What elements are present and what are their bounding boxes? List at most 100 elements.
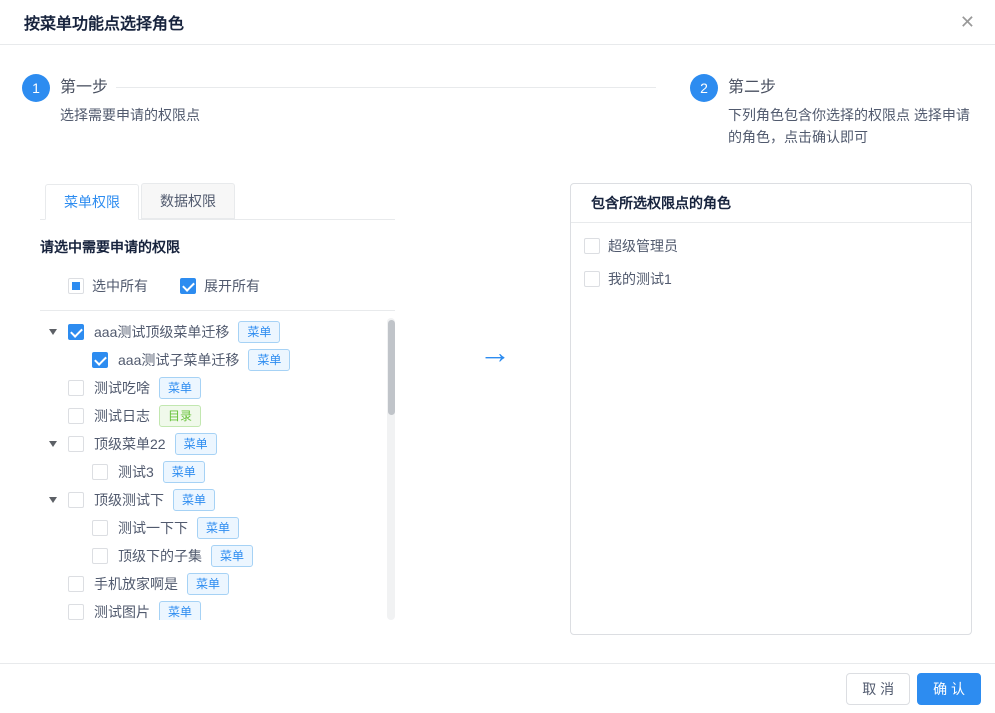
expander-caret-icon[interactable] xyxy=(70,514,92,542)
node-type-tag: 目录 xyxy=(159,405,201,427)
expander-caret-icon[interactable] xyxy=(70,542,92,570)
expander-caret-icon[interactable] xyxy=(46,402,68,430)
tree-row[interactable]: 测试吃啥 菜单 xyxy=(40,374,395,402)
node-type-tag: 菜单 xyxy=(173,489,215,511)
role-row[interactable]: 超级管理员 xyxy=(571,229,971,262)
permission-prompt: 请选中需要申请的权限 xyxy=(40,237,395,257)
node-type-tag: 菜单 xyxy=(187,573,229,595)
checkbox[interactable] xyxy=(68,278,84,294)
permission-tab[interactable]: 数据权限 xyxy=(141,183,235,219)
cancel-button[interactable]: 取 消 xyxy=(846,673,910,705)
role-list: 超级管理员 我的测试1 xyxy=(571,223,971,295)
step-2: 2 第二步 下列角色包含你选择的权限点 选择申请的角色，点击确认即可 xyxy=(690,74,982,148)
node-type-tag: 菜单 xyxy=(163,461,205,483)
expander-caret-icon[interactable] xyxy=(46,374,68,402)
node-type-tag: 菜单 xyxy=(197,517,239,539)
tree-node-label: 测试图片 xyxy=(94,602,150,620)
tree-row[interactable]: 顶级下的子集 菜单 xyxy=(40,542,395,570)
checkbox[interactable] xyxy=(92,464,108,480)
tree-node-label: 顶级下的子集 xyxy=(118,546,202,566)
checkbox[interactable] xyxy=(92,520,108,536)
scrollbar-thumb[interactable] xyxy=(388,320,395,415)
transfer-arrow-icon: → xyxy=(479,334,511,370)
tree-row[interactable]: 顶级测试下 菜单 xyxy=(40,486,395,514)
expander-caret-icon[interactable] xyxy=(70,346,92,374)
tree-node-label: 测试一下下 xyxy=(118,518,188,538)
tree-node-label: 手机放家啊是 xyxy=(94,574,178,594)
expander-caret-icon[interactable] xyxy=(46,570,68,598)
tree-row[interactable]: aaa测试顶级菜单迁移 菜单 xyxy=(40,318,395,346)
checkbox[interactable] xyxy=(584,271,600,287)
expander-caret-icon[interactable] xyxy=(46,430,68,458)
scrollbar-track[interactable] xyxy=(387,318,395,620)
tree-row[interactable]: aaa测试子菜单迁移 菜单 xyxy=(40,346,395,374)
expander-caret-icon[interactable] xyxy=(70,458,92,486)
checkbox[interactable] xyxy=(68,324,84,340)
tree-row[interactable]: 测试日志 目录 xyxy=(40,402,395,430)
role-label: 我的测试1 xyxy=(608,269,672,289)
checkbox[interactable] xyxy=(68,380,84,396)
permission-tab-bar: 菜单权限 数据权限 xyxy=(40,183,395,220)
expander-caret-icon[interactable] xyxy=(46,486,68,514)
checkbox[interactable] xyxy=(584,238,600,254)
node-type-tag: 菜单 xyxy=(238,321,280,343)
dialog-header: 按菜单功能点选择角色 ✕ xyxy=(0,0,995,45)
node-type-tag: 菜单 xyxy=(175,433,217,455)
step-1: 1 第一步 选择需要申请的权限点 xyxy=(22,74,200,126)
tree-row[interactable]: 测试图片 菜单 xyxy=(40,598,395,620)
tab-label: 菜单权限 xyxy=(64,194,120,210)
permission-tree: aaa测试顶级菜单迁移 菜单 aaa测试子菜单迁移 菜单 测试吃啥 菜单 xyxy=(40,318,395,620)
node-type-tag: 菜单 xyxy=(248,349,290,371)
tree-node-label: 顶级测试下 xyxy=(94,490,164,510)
close-icon[interactable]: ✕ xyxy=(960,0,975,45)
step-1-description: 选择需要申请的权限点 xyxy=(60,104,200,126)
select-control[interactable]: 选中所有 xyxy=(68,276,148,296)
dialog-title: 按菜单功能点选择角色 xyxy=(24,10,184,34)
step-connector-line xyxy=(116,87,656,88)
tree-node-label: 顶级菜单22 xyxy=(94,434,166,454)
step-1-number-badge: 1 xyxy=(22,74,50,102)
tree-node-label: aaa测试子菜单迁移 xyxy=(118,350,239,370)
confirm-button[interactable]: 确 认 xyxy=(917,673,981,705)
role-label: 超级管理员 xyxy=(608,236,678,256)
tree-row[interactable]: 测试一下下 菜单 xyxy=(40,514,395,542)
select-control[interactable]: 展开所有 xyxy=(180,276,260,296)
role-row[interactable]: 我的测试1 xyxy=(571,262,971,295)
matched-roles-panel: 包含所选权限点的角色 超级管理员 我的测试1 xyxy=(570,183,972,635)
tree-node-label: aaa测试顶级菜单迁移 xyxy=(94,322,229,342)
role-select-dialog: 按菜单功能点选择角色 ✕ 1 第一步 选择需要申请的权限点 2 第二步 下列角色… xyxy=(0,0,995,713)
node-type-tag: 菜单 xyxy=(211,545,253,567)
roles-panel-header: 包含所选权限点的角色 xyxy=(571,184,971,223)
tree-row[interactable]: 顶级菜单22 菜单 xyxy=(40,430,395,458)
dialog-footer: 取 消 确 认 xyxy=(0,663,995,713)
permission-tab[interactable]: 菜单权限 xyxy=(45,184,139,220)
checkbox[interactable] xyxy=(68,408,84,424)
permission-tree-container: aaa测试顶级菜单迁移 菜单 aaa测试子菜单迁移 菜单 测试吃啥 菜单 xyxy=(40,318,395,620)
step-1-title: 第一步 xyxy=(60,78,200,98)
checkbox[interactable] xyxy=(92,548,108,564)
permission-select-panel: 菜单权限 数据权限 请选中需要申请的权限 选中所有 展开所有 xyxy=(40,183,395,620)
tab-label: 数据权限 xyxy=(160,193,216,209)
checkbox-label: 选中所有 xyxy=(92,276,148,296)
tree-row[interactable]: 手机放家啊是 菜单 xyxy=(40,570,395,598)
step-2-title: 第二步 xyxy=(728,78,982,98)
expander-caret-icon[interactable] xyxy=(46,598,68,620)
checkbox[interactable] xyxy=(68,604,84,620)
expander-caret-icon[interactable] xyxy=(46,318,68,346)
step-2-description: 下列角色包含你选择的权限点 选择申请的角色，点击确认即可 xyxy=(728,104,982,148)
divider xyxy=(40,310,395,311)
checkbox[interactable] xyxy=(68,436,84,452)
checkbox[interactable] xyxy=(68,492,84,508)
node-type-tag: 菜单 xyxy=(159,601,201,620)
step-2-number-badge: 2 xyxy=(690,74,718,102)
tree-node-label: 测试吃啥 xyxy=(94,378,150,398)
tree-row[interactable]: 测试3 菜单 xyxy=(40,458,395,486)
checkbox[interactable] xyxy=(92,352,108,368)
checkbox[interactable] xyxy=(180,278,196,294)
tree-node-label: 测试日志 xyxy=(94,406,150,426)
checkbox[interactable] xyxy=(68,576,84,592)
checkbox-label: 展开所有 xyxy=(204,276,260,296)
tree-node-label: 测试3 xyxy=(118,462,154,482)
select-controls: 选中所有 展开所有 xyxy=(40,276,395,296)
node-type-tag: 菜单 xyxy=(159,377,201,399)
